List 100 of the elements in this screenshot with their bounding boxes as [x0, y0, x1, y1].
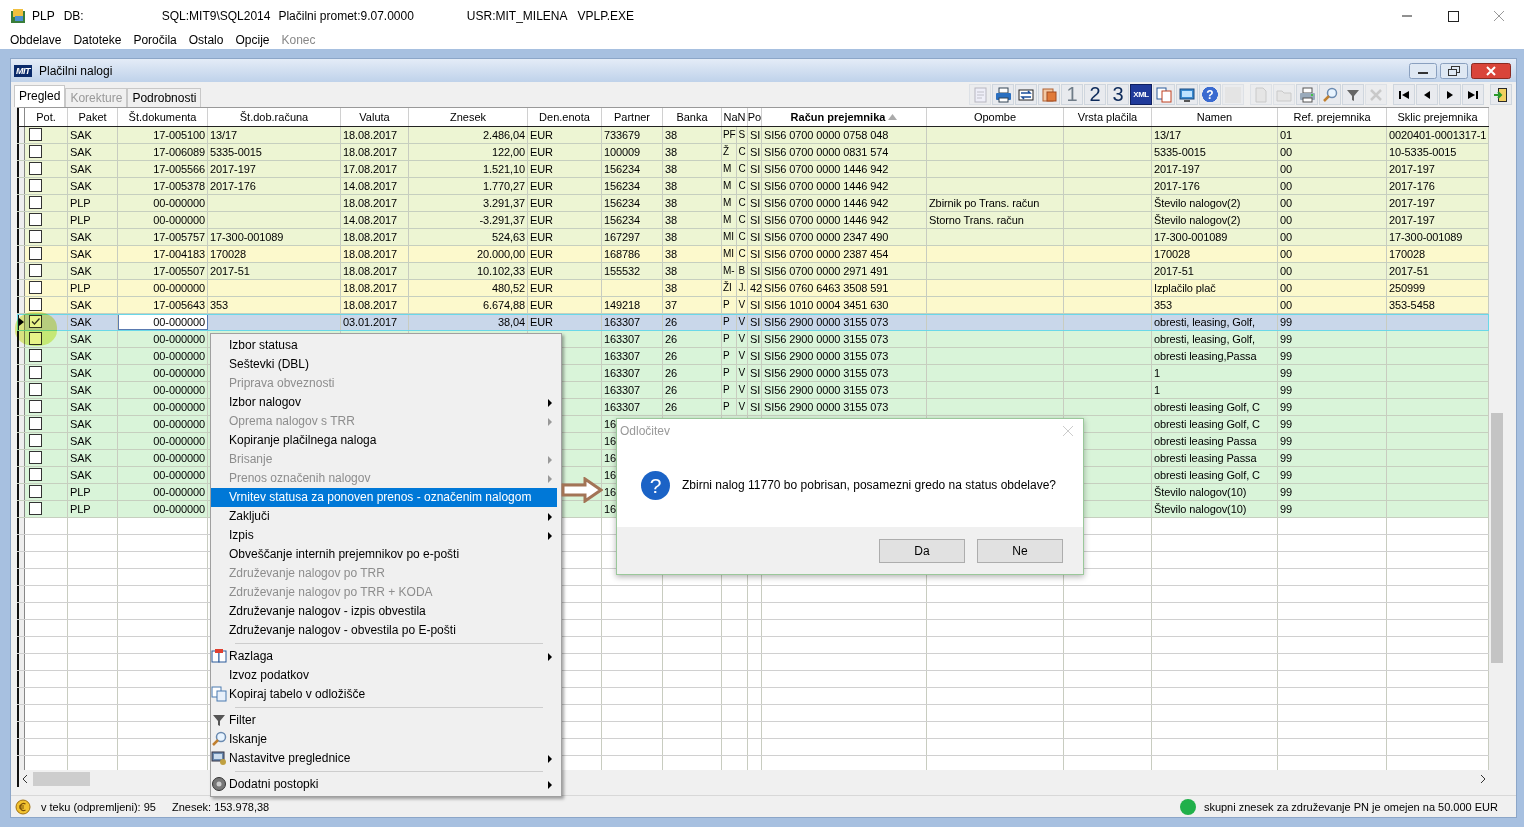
table-cell: SAK	[68, 161, 118, 177]
table-cell: 17.08.2017	[341, 161, 409, 177]
table-cell: SI56 2900 0000 3155 073	[762, 314, 927, 330]
table-cell: SI56 0700 0000 0831 574	[762, 144, 927, 160]
table-cell: 00-000000	[118, 348, 208, 364]
table-cell: 2017-51	[1152, 263, 1278, 279]
table-cell: 00	[1278, 246, 1387, 262]
table-cell: SI	[748, 246, 762, 262]
table-cell: P	[722, 297, 738, 313]
table-cell: 00	[1278, 263, 1387, 279]
table-cell: SI56 0700 0000 2387 454	[762, 246, 927, 262]
table-cell: SAK	[68, 348, 118, 364]
table-cell: 26	[663, 399, 722, 415]
table-cell-text: C	[737, 213, 747, 227]
table-cell-text: C	[737, 196, 747, 210]
table-cell: EUR	[528, 280, 602, 296]
table-cell: obresti leasing Golf, C	[1152, 467, 1278, 483]
table-cell: SI	[748, 229, 762, 245]
table-cell: SI	[748, 314, 762, 330]
table-cell: 100009	[602, 144, 663, 160]
table-cell: 26	[663, 348, 722, 364]
table-cell: EUR	[528, 195, 602, 211]
table-cell: SAK	[68, 382, 118, 398]
table-cell: 00-000000	[118, 365, 208, 381]
table-cell: SI	[748, 399, 762, 415]
table-cell: SI	[748, 263, 762, 279]
table-cell: 99	[1278, 467, 1387, 483]
table-cell: SI	[748, 365, 762, 381]
table-cell: 733679	[602, 127, 663, 143]
table-cell: 17-005100	[118, 127, 208, 143]
table-cell: 3.291,37	[409, 195, 528, 211]
table-cell: 00-000000	[118, 212, 208, 228]
table-cell: 18.08.2017	[341, 246, 409, 262]
table-cell: 524,63	[409, 229, 528, 245]
table-cell: 1	[1152, 382, 1278, 398]
table-cell: SAK	[68, 399, 118, 415]
table-cell: 00-000000	[118, 433, 208, 449]
table-cell: 38	[663, 127, 722, 143]
table-cell: 01	[1278, 127, 1387, 143]
window-title: PLP	[32, 8, 55, 23]
table-cell: obresti leasing Passa	[1152, 450, 1278, 466]
table-cell: 18.08.2017	[341, 263, 409, 279]
table-cell: 17-005507	[118, 263, 208, 279]
table-cell: 10.102,33	[409, 263, 528, 279]
window-title: USR:MIT_MILENA	[466, 8, 568, 23]
table-cell: M	[722, 161, 738, 177]
table-cell: 00	[1278, 229, 1387, 245]
table-cell: SI	[748, 195, 762, 211]
table-cell: 00	[1278, 212, 1387, 228]
table-cell: 18.08.2017	[341, 280, 409, 296]
table-cell: 00-000000	[118, 280, 208, 296]
table-cell: EUR	[528, 229, 602, 245]
table-cell: 5335-0015	[208, 144, 341, 160]
table-cell: 99	[1278, 314, 1387, 330]
table-cell: 122,00	[409, 144, 528, 160]
table-cell: obresti leasing Golf, C	[1152, 399, 1278, 415]
table-cell: 18.08.2017	[341, 297, 409, 313]
table-cell: PLP	[68, 501, 118, 517]
table-cell: SI	[748, 382, 762, 398]
table-cell: 163307	[602, 331, 663, 347]
table-cell: 38	[663, 246, 722, 262]
table-cell: SI	[748, 297, 762, 313]
table-cell: 42	[748, 280, 762, 296]
table-cell: 38,04	[409, 314, 528, 330]
table-cell: PLP	[68, 280, 118, 296]
table-cell: 2017-176	[208, 178, 341, 194]
table-cell: SI56 0700 0000 1446 942	[762, 178, 927, 194]
table-cell: -3.291,37	[409, 212, 528, 228]
table-cell: 2.486,04	[409, 127, 528, 143]
table-cell: SI56 0700 0000 1446 942	[762, 161, 927, 177]
table-cell-text: V	[737, 332, 746, 346]
table-cell: 18.08.2017	[341, 144, 409, 160]
table-cell: SI56 2900 0000 3155 073	[762, 399, 927, 415]
table-cell: SI	[748, 178, 762, 194]
table-cell: 18.08.2017	[341, 195, 409, 211]
table-cell: Število nalogov(10)	[1152, 484, 1278, 500]
table-cell: 00	[1278, 178, 1387, 194]
table-cell: P	[722, 348, 738, 364]
table-cell: 163307	[602, 365, 663, 381]
table-cell: 13/17	[1152, 127, 1278, 143]
table-cell: PLP	[68, 484, 118, 500]
table-cell: EUR	[528, 144, 602, 160]
table-cell: 163307	[602, 382, 663, 398]
table-cell: obresti leasing Passa	[1152, 433, 1278, 449]
table-cell: SI56 0760 6463 3508 591	[762, 280, 927, 296]
table-cell: P	[722, 331, 738, 347]
table-cell: 99	[1278, 348, 1387, 364]
table-cell: 00-000000	[118, 484, 208, 500]
table-cell-text: C	[737, 145, 747, 159]
table-cell: P	[722, 382, 738, 398]
table-cell: obresti leasing,Passa	[1152, 348, 1278, 364]
table-cell: PLP	[68, 212, 118, 228]
table-cell: 99	[1278, 416, 1387, 432]
table-cell: EUR	[528, 161, 602, 177]
table-cell: 00	[1278, 161, 1387, 177]
table-cell: 00-000000	[118, 501, 208, 517]
table-cell: 00-000000	[118, 399, 208, 415]
table-cell: SAK	[68, 246, 118, 262]
table-cell: SI56 2900 0000 3155 073	[762, 331, 927, 347]
table-cell: P	[722, 399, 738, 415]
